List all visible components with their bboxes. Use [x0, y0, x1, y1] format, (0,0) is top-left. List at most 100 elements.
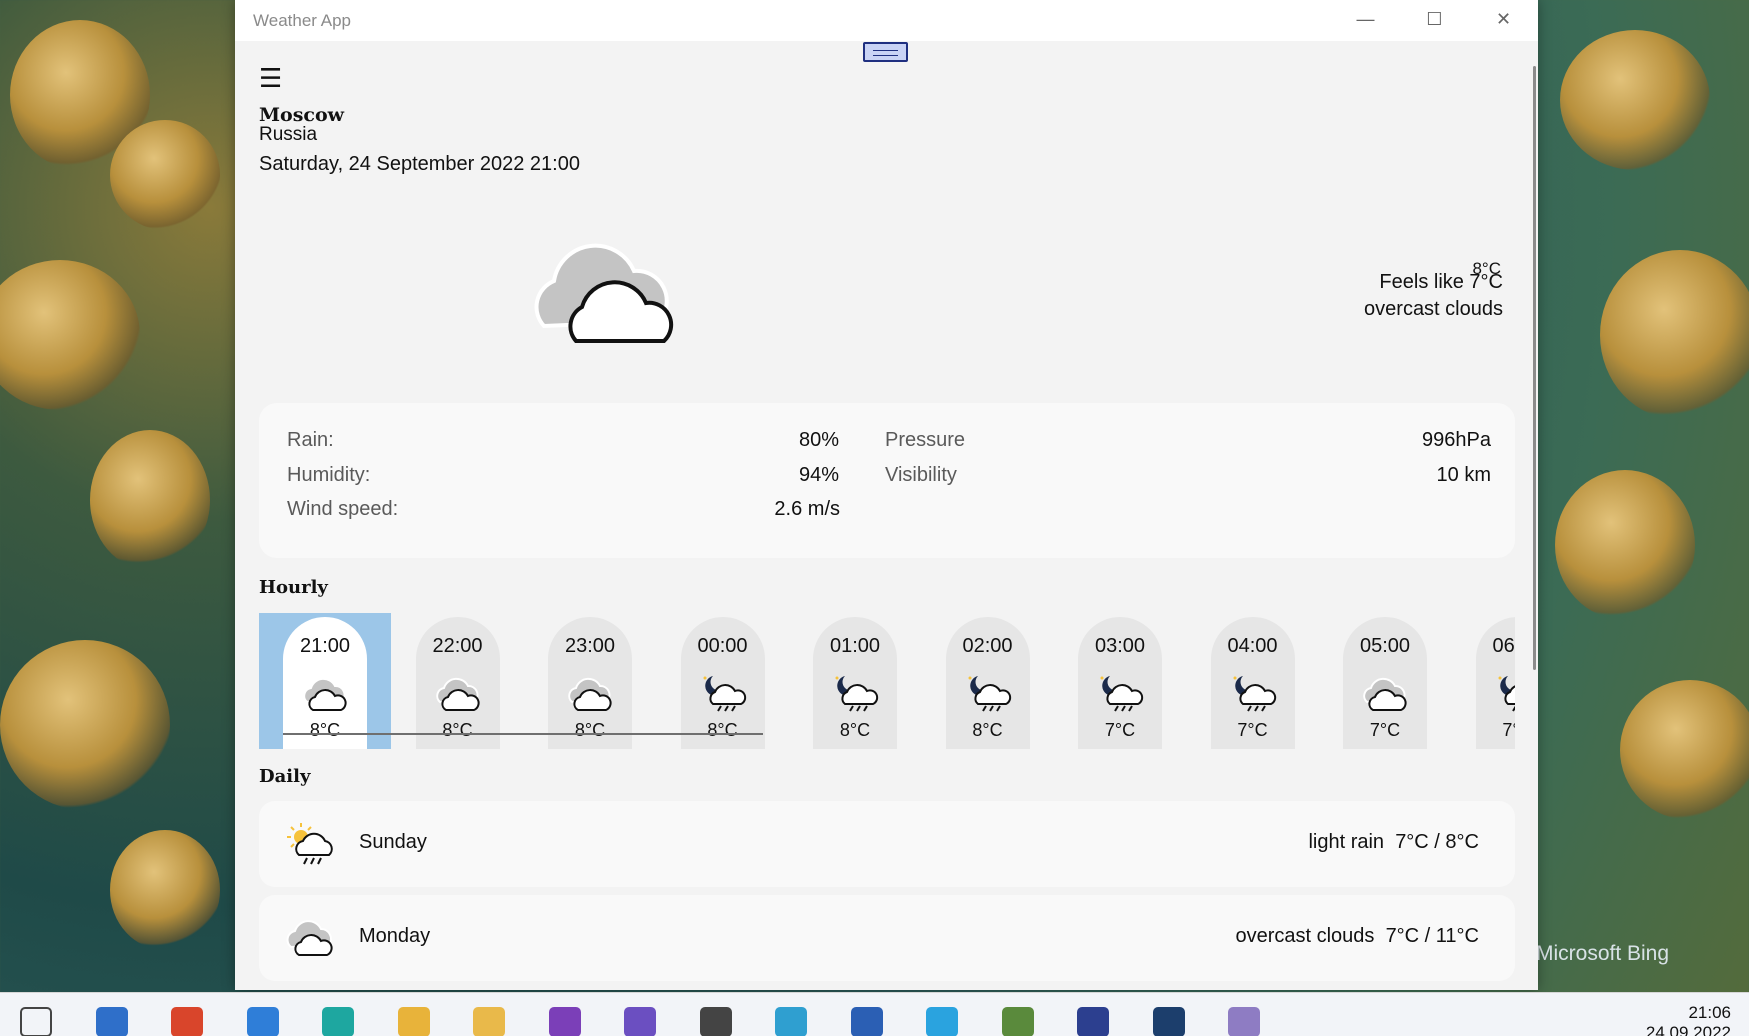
hour-temp: 7°C: [1369, 720, 1401, 740]
hour-card-2300[interactable]: 23:00 8°C: [548, 617, 632, 749]
hour-card-0300[interactable]: 03:00 7°C: [1078, 617, 1162, 749]
store-icon[interactable]: [95, 1007, 128, 1036]
minimize-button[interactable]: —: [1331, 0, 1400, 38]
hour-temp: 8°C: [839, 720, 871, 740]
hour-card-0600[interactable]: 06:00 7°C: [1475, 617, 1515, 749]
sun-rain-icon: [287, 823, 333, 865]
overcast-clouds-icon: [534, 243, 674, 343]
save-disk-icon[interactable]: [1077, 1007, 1109, 1036]
office-icon[interactable]: [171, 1007, 203, 1036]
drag-handle[interactable]: [863, 42, 908, 62]
night-rain-icon: [703, 676, 746, 712]
location-block: Moscow Russia Saturday, 24 September 202…: [259, 105, 580, 176]
window-controls: — ☐ ✕: [1331, 0, 1538, 38]
hour-time: 23:00: [564, 635, 616, 657]
hour-card-0500[interactable]: 05:00 7°C: [1343, 617, 1427, 749]
vertical-scrollbar[interactable]: [1533, 66, 1536, 670]
clock-time: 21:06: [1688, 1003, 1731, 1022]
humidity-label: Humidity:: [287, 464, 371, 486]
horizontal-scrollbar[interactable]: [283, 733, 763, 735]
day-description: light rain: [1308, 831, 1385, 853]
hour-time: 06:00: [1492, 635, 1515, 657]
current-datetime: Saturday, 24 September 2022 21:00: [259, 153, 580, 175]
night-rain-icon: [1498, 676, 1515, 712]
file-explorer-icon[interactable]: [473, 1007, 505, 1036]
daily-row-sunday[interactable]: Sunday light rain 7°C / 8°C: [259, 801, 1515, 887]
day-summary: light rain 7°C / 8°C: [1308, 831, 1479, 854]
hour-time: 02:00: [962, 635, 1013, 657]
cloud-icon: [1363, 677, 1407, 711]
edge-icon[interactable]: [322, 1007, 354, 1036]
weather-description: overcast clouds: [1364, 298, 1503, 320]
hour-temp: 7°C: [1502, 720, 1515, 740]
current-temperature: 8°C: [1472, 259, 1501, 278]
current-conditions: 8°C Feels like 7°C overcast clouds: [1364, 259, 1503, 321]
day-name: Sunday: [359, 831, 427, 853]
taskbar: 21:06 24.09.2022: [0, 992, 1749, 1036]
day-description: overcast clouds: [1235, 925, 1375, 947]
wind-speed-value: 2.6 m/s: [774, 498, 840, 520]
fish-app-icon[interactable]: [1152, 1007, 1185, 1036]
security-icon[interactable]: [699, 1007, 732, 1036]
hour-card-0000[interactable]: 00:00 8°C: [680, 617, 765, 749]
night-rain-icon: [968, 676, 1011, 712]
hour-card-2200[interactable]: 22:00 8°C: [415, 617, 500, 749]
cloud-icon: [568, 677, 612, 711]
visual-studio-icon[interactable]: [624, 1007, 656, 1036]
hour-temp: 7°C: [1237, 720, 1268, 740]
title-bar[interactable]: Weather App — ☐ ✕: [235, 0, 1538, 41]
pressure-label: Pressure: [885, 429, 966, 451]
hamburger-menu-icon[interactable]: ☰: [259, 65, 282, 91]
wind-speed-label: Wind speed:: [287, 498, 399, 520]
palette-icon[interactable]: [1228, 1007, 1260, 1036]
hourly-title: Hourly: [259, 577, 328, 598]
hour-temp: 8°C: [574, 720, 606, 740]
hour-time: 00:00: [697, 635, 748, 657]
window-title: Weather App: [253, 10, 351, 30]
visibility-label: Visibility: [885, 464, 957, 486]
country-name: Russia: [259, 124, 318, 145]
close-button[interactable]: ✕: [1469, 0, 1538, 38]
details-card: Rain: 80% Humidity: 94% Wind speed: 2.6 …: [259, 403, 1515, 558]
rain-value: 80%: [798, 429, 839, 451]
paint-app-icon[interactable]: [1001, 1007, 1034, 1036]
day-temp-range: 7°C / 8°C: [1395, 831, 1479, 853]
weather-app-window: Weather App — ☐ ✕ ☰ Moscow Russia Saturd…: [235, 0, 1538, 990]
cloud-icon: [303, 677, 347, 711]
rain-label: Rain:: [287, 429, 334, 451]
daily-row-monday[interactable]: Monday overcast clouds 7°C / 11°C: [259, 895, 1515, 981]
hour-card-0200[interactable]: 02:00 8°C: [945, 617, 1030, 749]
hour-card-0100[interactable]: 01:00 8°C: [813, 617, 897, 749]
word-icon[interactable]: [850, 1007, 883, 1036]
hour-time: 01:00: [829, 635, 881, 657]
telegram-icon[interactable]: [926, 1007, 958, 1036]
cloud-icon: [286, 920, 333, 956]
day-temp-range: 7°C / 11°C: [1385, 925, 1479, 947]
hour-temp: 8°C: [707, 720, 738, 740]
buildings-icon[interactable]: [775, 1007, 807, 1036]
hour-time: 04:00: [1227, 635, 1278, 657]
hour-time: 21:00: [299, 635, 351, 657]
maximize-button[interactable]: ☐: [1400, 0, 1469, 38]
mail-icon[interactable]: [246, 1007, 279, 1036]
onenote-icon[interactable]: [548, 1007, 581, 1036]
day-summary: overcast clouds 7°C / 11°C: [1235, 925, 1479, 948]
humidity-value: 94%: [798, 464, 839, 486]
hour-card-2100[interactable]: 21:00 8°C: [283, 617, 367, 749]
night-rain-icon: [1100, 676, 1144, 712]
hour-temp: 7°C: [1104, 720, 1136, 740]
clock-date: 24.09.2022: [1645, 1023, 1731, 1036]
hour-card-0400[interactable]: 04:00 7°C: [1210, 617, 1295, 749]
chrome-icon[interactable]: [397, 1007, 430, 1036]
night-rain-icon: [835, 676, 879, 712]
hour-temp: 8°C: [972, 720, 1003, 740]
taskbar-clock[interactable]: 21:06 24.09.2022: [1646, 1003, 1731, 1036]
night-rain-icon: [1233, 676, 1276, 712]
widgets-icon[interactable]: [20, 1007, 52, 1036]
pressure-value: 996hPa: [1422, 429, 1491, 451]
daily-title: Daily: [259, 766, 311, 787]
cloud-icon: [435, 677, 480, 711]
bing-watermark: Microsoft Bing: [1536, 942, 1670, 965]
visibility-value: 10 km: [1436, 464, 1491, 486]
hour-temp: 8°C: [442, 720, 473, 740]
